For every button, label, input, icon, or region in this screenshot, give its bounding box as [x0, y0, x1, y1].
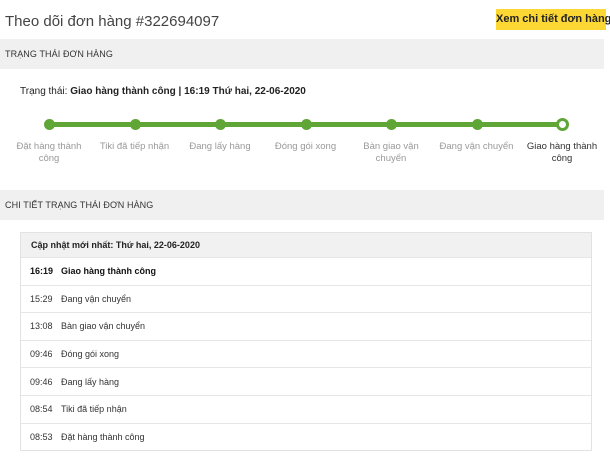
table-row: 13:08 Bàn giao vận chuyển — [21, 312, 591, 340]
progress-step-label: Đặt hàng thành công — [16, 141, 82, 164]
progress-step-dot — [215, 119, 226, 130]
progress-step-dot — [386, 119, 397, 130]
row-status-text: Đang vận chuyển — [61, 293, 132, 304]
progress-step-dot — [300, 119, 312, 130]
page-header: Theo dõi đơn hàng #322694097 Xem chi tiế… — [0, 0, 610, 42]
table-row: 15:29 Đang vận chuyển — [21, 284, 591, 313]
row-time: 08:54 — [30, 404, 53, 415]
status-history-rows: 16:19 Giao hàng thành công 15:29 Đang vận c… — [21, 257, 591, 450]
progress-step-dot — [44, 119, 55, 130]
table-row: 08:53 Đặt hàng thành công — [21, 422, 591, 451]
table-row: 09:46 Đang lấy hàng — [21, 367, 591, 395]
row-time: 13:08 — [30, 321, 53, 332]
progress-step-label: Giao hàng thành công — [526, 141, 598, 164]
row-status-text: Đóng gói xong — [61, 349, 120, 360]
row-status-text: Bàn giao vận chuyển — [61, 321, 146, 332]
table-row: 08:54 Tiki đã tiếp nhận — [21, 394, 591, 423]
progress-step-dot — [129, 119, 141, 130]
order-status-detail-heading: CHI TIẾT TRẠNG THÁI ĐƠN HÀNG — [0, 190, 604, 220]
view-order-detail-button[interactable]: Xem chi tiết đơn hàng — [496, 9, 610, 30]
current-status: Trạng thái: Giao hàng thành công | 16:19… — [20, 86, 306, 97]
row-time: 16:19 — [30, 266, 54, 277]
table-row: 16:19 Giao hàng thành công — [21, 257, 591, 285]
row-status-text: Giao hàng thành công — [61, 266, 156, 277]
progress-step-dot — [471, 119, 483, 130]
table-row: 09:46 Đóng gói xong — [21, 339, 591, 368]
status-history-table: Cập nhật mới nhất: Thứ hai, 22-06-2020 1… — [20, 232, 592, 452]
last-update-header: Cập nhật mới nhất: Thứ hai, 22-06-2020 — [21, 233, 591, 257]
row-status-text: Tiki đã tiếp nhận — [61, 404, 127, 415]
row-time: 08:53 — [30, 431, 53, 442]
progress-step-dot — [556, 118, 569, 131]
row-status-text: Đang lấy hàng — [61, 376, 120, 387]
status-value: Giao hàng thành công | 16:19 Thứ hai, 22… — [70, 86, 306, 97]
progress-step-label: Đang lấy hàng — [189, 141, 251, 152]
progress-step-label: Bàn giao vận chuyển — [363, 141, 419, 164]
order-progress-tracker: Đặt hàng thành công Tiki đã tiếp nhận Đang… — [0, 114, 610, 174]
page-title: Theo dõi đơn hàng #322694097 — [5, 13, 220, 30]
row-status-text: Đặt hàng thành công — [61, 431, 145, 442]
row-time: 15:29 — [30, 293, 53, 304]
progress-step-label: Tiki đã tiếp nhận — [99, 141, 170, 152]
status-label: Trạng thái: — [20, 86, 68, 97]
row-time: 09:46 — [30, 376, 53, 387]
row-time: 09:46 — [30, 349, 53, 360]
progress-step-label: Đóng gói xong — [274, 141, 337, 152]
order-status-heading: TRẠNG THÁI ĐƠN HÀNG — [0, 39, 604, 69]
progress-step-label: Đang vận chuyển — [439, 141, 514, 152]
